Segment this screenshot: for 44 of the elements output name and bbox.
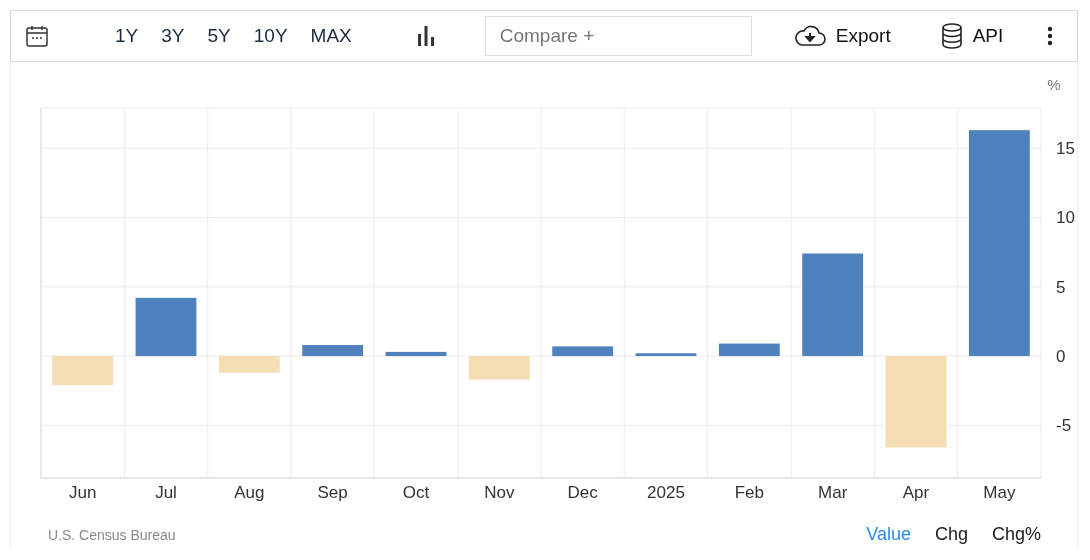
export-button[interactable]: Export — [793, 25, 891, 47]
bar — [718, 343, 780, 357]
database-icon — [940, 23, 963, 49]
range-button[interactable]: 5Y — [197, 25, 241, 47]
bar — [218, 356, 280, 373]
x-tick-label: Dec — [567, 483, 598, 502]
bar — [385, 351, 447, 357]
view-toggle[interactable]: Value — [858, 524, 919, 545]
bar — [52, 356, 114, 386]
cloud-download-icon — [793, 25, 826, 47]
bar — [635, 353, 697, 357]
source-label: U.S. Census Bureau — [48, 526, 176, 543]
y-tick-label: -5 — [1056, 416, 1072, 436]
bar — [302, 344, 364, 357]
compare-field[interactable]: Compare + — [484, 16, 752, 56]
x-tick-label: Feb — [734, 483, 764, 502]
x-tick-label: May — [983, 483, 1016, 502]
x-tick-label: Oct — [402, 483, 430, 502]
x-tick-label: Jun — [68, 483, 97, 502]
x-tick-label: Jul — [155, 483, 177, 502]
y-tick-label: 5 — [1056, 277, 1066, 297]
more-icon[interactable] — [1047, 26, 1053, 46]
api-button[interactable]: API — [940, 23, 1004, 49]
x-tick-label: Apr — [902, 483, 930, 502]
x-tick-label: Mar — [818, 483, 848, 502]
calendar-icon[interactable] — [25, 24, 49, 48]
y-tick-label: 15 — [1056, 139, 1075, 159]
bar — [552, 346, 614, 357]
range-button[interactable]: 1Y — [105, 25, 149, 47]
x-tick-label: 2025 — [647, 483, 685, 502]
bar — [135, 297, 197, 357]
range-button[interactable]: MAX — [300, 25, 362, 47]
range-button[interactable]: 3Y — [151, 25, 195, 47]
x-tick-label: Nov — [484, 483, 515, 502]
bar — [468, 356, 530, 380]
y-tick-label: 10 — [1056, 208, 1075, 228]
view-toggle[interactable]: Chg% — [983, 524, 1049, 545]
bar-chart-icon[interactable] — [416, 26, 435, 46]
view-toggle[interactable]: Chg — [926, 524, 976, 545]
y-tick-label: 0 — [1056, 347, 1066, 367]
x-tick-label: Aug — [234, 483, 265, 502]
range-button[interactable]: 10Y — [243, 25, 298, 47]
axis-unit: % — [1047, 76, 1061, 93]
x-tick-label: Sep — [317, 483, 348, 502]
